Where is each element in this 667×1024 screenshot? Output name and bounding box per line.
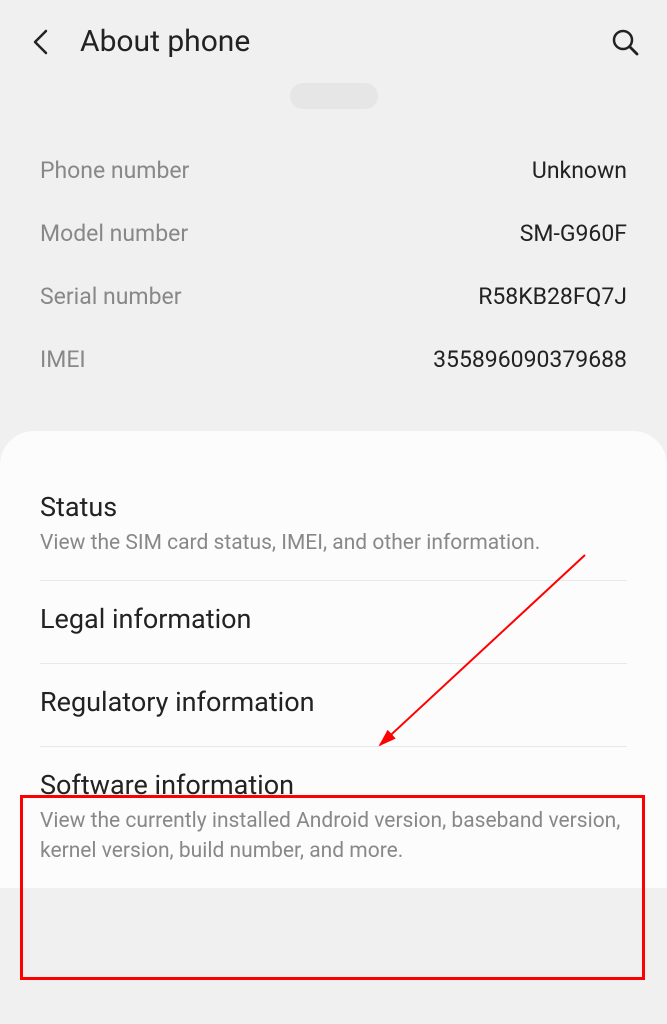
regulatory-information-item[interactable]: Regulatory information	[40, 664, 627, 747]
software-information-item[interactable]: Software information View the currently …	[40, 747, 627, 888]
legal-information-title: Legal information	[40, 603, 627, 635]
imei-value: 355896090379688	[433, 346, 627, 373]
model-number-row: Model number SM-G960F	[40, 202, 627, 265]
search-icon[interactable]	[611, 28, 639, 56]
imei-row: IMEI 355896090379688	[40, 328, 627, 391]
software-information-title: Software information	[40, 769, 627, 801]
pill-indicator	[290, 83, 378, 109]
page-title: About phone	[80, 24, 611, 59]
legal-information-item[interactable]: Legal information	[40, 581, 627, 664]
model-number-value: SM-G960F	[520, 220, 627, 247]
settings-card: Status View the SIM card status, IMEI, a…	[0, 431, 667, 888]
serial-number-label: Serial number	[40, 283, 182, 310]
status-item[interactable]: Status View the SIM card status, IMEI, a…	[40, 469, 627, 581]
header: About phone	[0, 0, 667, 83]
status-title: Status	[40, 491, 627, 523]
serial-number-row: Serial number R58KB28FQ7J	[40, 265, 627, 328]
back-icon[interactable]	[28, 30, 52, 54]
software-information-subtitle: View the currently installed Android ver…	[40, 807, 627, 866]
status-subtitle: View the SIM card status, IMEI, and othe…	[40, 529, 627, 558]
phone-number-label: Phone number	[40, 157, 189, 184]
phone-number-row: Phone number Unknown	[40, 139, 627, 202]
serial-number-value: R58KB28FQ7J	[478, 283, 627, 310]
phone-number-value: Unknown	[532, 157, 627, 184]
regulatory-information-title: Regulatory information	[40, 686, 627, 718]
device-info-section: Phone number Unknown Model number SM-G96…	[0, 139, 667, 431]
model-number-label: Model number	[40, 220, 188, 247]
imei-label: IMEI	[40, 346, 86, 373]
